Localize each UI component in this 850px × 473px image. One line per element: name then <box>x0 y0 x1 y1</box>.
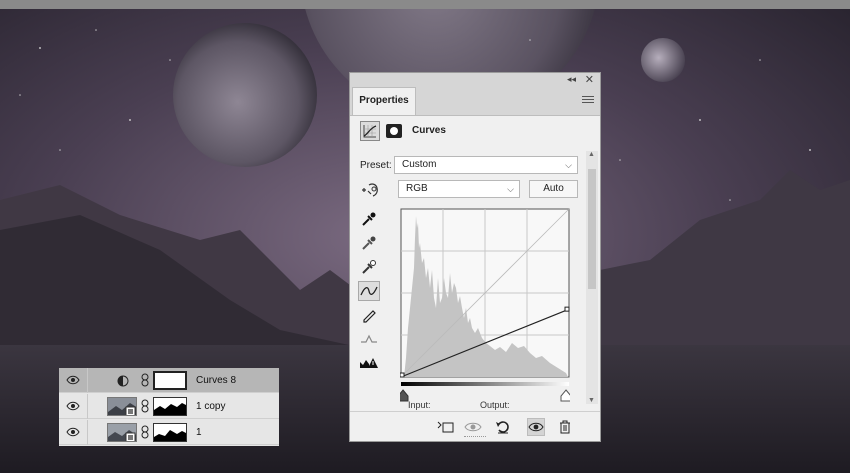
smooth-icon[interactable] <box>358 329 380 349</box>
layer-mask-thumbnail[interactable] <box>153 423 187 442</box>
curve-points-icon[interactable] <box>358 281 380 301</box>
delete-icon[interactable] <box>556 418 574 436</box>
eyedropper-white-icon[interactable] <box>358 257 380 277</box>
layer-mask-thumbnail[interactable] <box>153 371 187 390</box>
layer-row[interactable]: Curves 8 <box>59 368 279 393</box>
reset-icon[interactable] <box>494 418 512 436</box>
adjustment-layer-icon <box>117 375 129 387</box>
eyedropper-black-icon[interactable] <box>358 209 380 229</box>
layer-row[interactable]: 1 <box>59 420 279 445</box>
black-input-slider[interactable] <box>400 389 409 402</box>
small-planet <box>173 23 317 167</box>
white-input-slider[interactable] <box>560 389 570 402</box>
panel-menu-icon[interactable] <box>582 96 594 104</box>
window-top-bar <box>0 0 850 9</box>
targeted-adjustment-icon[interactable] <box>360 181 382 202</box>
clip-to-layer-icon[interactable] <box>436 418 454 436</box>
link-icon[interactable] <box>141 373 149 387</box>
panel-bottom-bar <box>350 411 600 442</box>
curves-graph[interactable] <box>400 208 570 380</box>
view-previous-state-icon[interactable] <box>464 418 482 436</box>
input-label: Input: <box>408 400 431 410</box>
clipping-warning-icon[interactable] <box>358 353 380 373</box>
collapse-icon[interactable]: ◂◂ <box>567 74 576 85</box>
channel-dropdown[interactable]: RGB ⌵ <box>398 180 520 198</box>
link-icon[interactable] <box>141 399 149 413</box>
auto-button[interactable]: Auto <box>529 180 578 198</box>
chevron-down-icon: ⌵ <box>507 184 514 194</box>
scroll-up-icon[interactable]: ▲ <box>588 151 595 158</box>
output-label: Output: <box>480 400 510 410</box>
panel-scrollbar[interactable]: ▲ ▼ <box>586 151 598 404</box>
tab-properties[interactable]: Properties <box>352 87 416 115</box>
adjustment-title: Curves <box>412 125 446 136</box>
layer-thumbnail[interactable] <box>107 423 137 442</box>
layer-name: 1 <box>196 427 202 438</box>
visibility-icon[interactable] <box>527 418 545 436</box>
panel-title-bar[interactable]: ◂◂ ✕ <box>350 73 600 87</box>
layer-thumbnail[interactable] <box>107 397 137 416</box>
black-point-handle[interactable] <box>400 372 405 378</box>
eye-icon[interactable] <box>66 427 80 437</box>
close-icon[interactable]: ✕ <box>585 73 594 86</box>
preset-dropdown[interactable]: Custom ⌵ <box>394 156 578 174</box>
link-icon[interactable] <box>141 425 149 439</box>
layer-name: 1 copy <box>196 401 226 412</box>
eyedropper-gray-icon[interactable] <box>358 233 380 253</box>
eye-icon[interactable] <box>66 401 80 411</box>
moon <box>641 38 685 82</box>
eye-icon[interactable] <box>66 375 80 385</box>
properties-panel[interactable]: ◂◂ ✕ Properties Curves Preset: Custom ⌵ … <box>349 72 601 442</box>
chevron-down-icon: ⌵ <box>565 160 572 170</box>
layer-row[interactable]: 1 copy <box>59 394 279 419</box>
curves-adjustment-icon[interactable] <box>360 121 380 141</box>
resize-grip[interactable] <box>464 436 486 442</box>
preset-label: Preset: <box>360 160 392 171</box>
layer-mask-icon[interactable] <box>386 124 402 138</box>
layer-name: Curves 8 <box>196 375 237 386</box>
scrollbar-thumb[interactable] <box>588 169 596 289</box>
layer-mask-thumbnail[interactable] <box>153 397 187 416</box>
scroll-down-icon[interactable]: ▼ <box>588 397 595 404</box>
layers-panel: Curves 8 1 copy 1 <box>59 368 279 446</box>
white-point-handle[interactable] <box>564 306 570 312</box>
pencil-icon[interactable] <box>358 305 380 325</box>
